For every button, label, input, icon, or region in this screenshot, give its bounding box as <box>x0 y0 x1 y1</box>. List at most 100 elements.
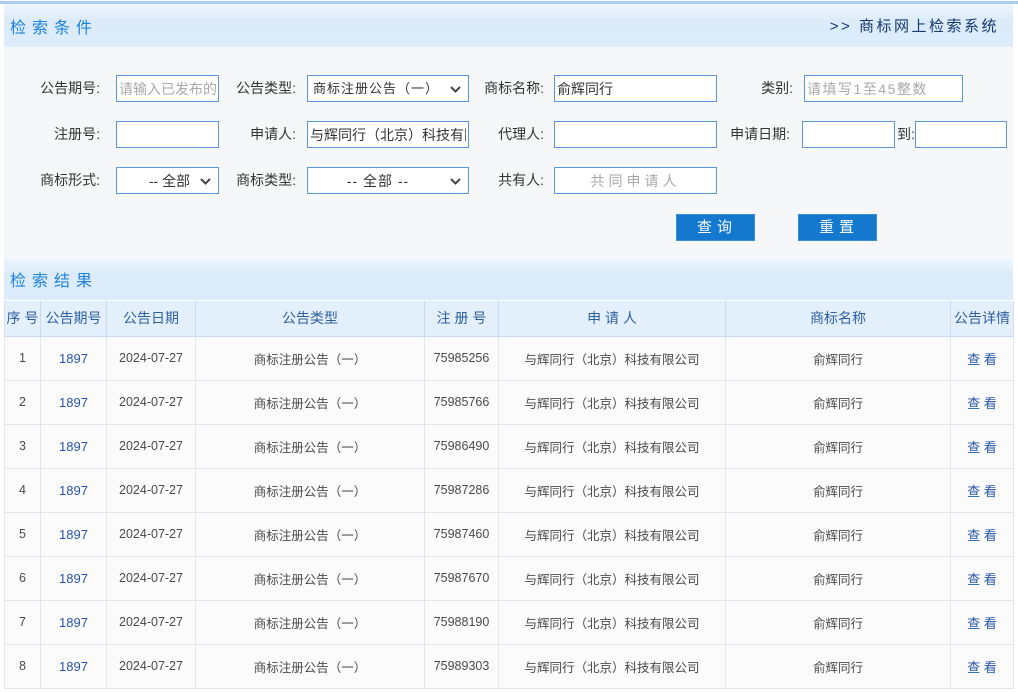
cell-no: 5 <box>5 512 41 556</box>
cell-reg: 75987670 <box>425 556 499 600</box>
search-form: 公告期号: 公告类型: 商标注册公告（一） 商标名称: 类别: 注册号: 申请人… <box>4 47 1013 258</box>
cell-name: 俞辉同行 <box>726 556 951 600</box>
results-col-header: 申 请 人 <box>499 301 726 336</box>
cell-issue: 1897 <box>41 424 107 468</box>
cell-type: 商标注册公告（一） <box>196 512 425 556</box>
results-col-header: 序 号 <box>5 301 41 336</box>
cell-detail: 查 看 <box>951 644 1014 688</box>
search-button[interactable]: 查询 <box>676 214 755 241</box>
cell-reg: 75986490 <box>425 424 499 468</box>
cell-applicant: 与辉同行（北京）科技有限公司 <box>499 600 726 644</box>
view-detail-link[interactable]: 查 看 <box>967 440 997 455</box>
cell-detail: 查 看 <box>951 336 1014 380</box>
table-row: 418972024-07-27商标注册公告（一）75987286与辉同行（北京）… <box>5 468 1014 512</box>
results-header-row: 序 号公告期号公告日期公告类型注 册 号申 请 人商标名称公告详情 <box>5 301 1014 336</box>
cell-reg: 75987460 <box>425 512 499 556</box>
applicant-label: 申请人: <box>176 121 296 148</box>
cell-no: 8 <box>5 644 41 688</box>
cell-date: 2024-07-27 <box>107 336 196 380</box>
system-home-link[interactable]: >> 商标网上检索系统 <box>830 15 1013 36</box>
issue-no-link[interactable]: 1897 <box>59 439 88 454</box>
view-detail-link[interactable]: 查 看 <box>967 484 997 499</box>
issue-no-link[interactable]: 1897 <box>59 659 88 674</box>
app-date-to-input[interactable] <box>915 121 1007 148</box>
cell-reg: 75985766 <box>425 380 499 424</box>
cell-date: 2024-07-27 <box>107 644 196 688</box>
co-owner-input[interactable] <box>554 167 717 194</box>
cell-name: 俞辉同行 <box>726 380 951 424</box>
view-detail-link[interactable]: 查 看 <box>967 660 997 675</box>
cell-no: 2 <box>5 380 41 424</box>
cell-date: 2024-07-27 <box>107 380 196 424</box>
view-detail-link[interactable]: 查 看 <box>967 616 997 631</box>
app-date-from-input[interactable] <box>802 121 895 148</box>
cell-issue: 1897 <box>41 600 107 644</box>
table-row: 618972024-07-27商标注册公告（一）75987670与辉同行（北京）… <box>5 556 1014 600</box>
results-col-header: 商标名称 <box>726 301 951 336</box>
cell-detail: 查 看 <box>951 468 1014 512</box>
cell-detail: 查 看 <box>951 556 1014 600</box>
tm-type-label: 商标类型: <box>176 167 296 194</box>
cell-name: 俞辉同行 <box>726 512 951 556</box>
cell-name: 俞辉同行 <box>726 644 951 688</box>
co-owner-label: 共有人: <box>424 167 544 194</box>
results-col-header: 公告期号 <box>41 301 107 336</box>
cell-applicant: 与辉同行（北京）科技有限公司 <box>499 424 726 468</box>
view-detail-link[interactable]: 查 看 <box>967 572 997 587</box>
cell-type: 商标注册公告（一） <box>196 644 425 688</box>
cell-date: 2024-07-27 <box>107 600 196 644</box>
cell-issue: 1897 <box>41 512 107 556</box>
cell-applicant: 与辉同行（北京）科技有限公司 <box>499 468 726 512</box>
reg-no-label: 注册号: <box>4 121 100 148</box>
page-container: 检索条件 >> 商标网上检索系统 公告期号: 公告类型: 商标注册公告（一） 商… <box>4 4 1013 689</box>
search-conditions-header: 检索条件 >> 商标网上检索系统 <box>4 4 1013 47</box>
view-detail-link[interactable]: 查 看 <box>967 352 997 367</box>
tm-form-label: 商标形式: <box>4 167 100 194</box>
date-to-label: 到: <box>897 121 913 148</box>
tm-name-label: 商标名称: <box>424 75 544 102</box>
table-row: 718972024-07-27商标注册公告（一）75988190与辉同行（北京）… <box>5 600 1014 644</box>
cell-type: 商标注册公告（一） <box>196 380 425 424</box>
view-detail-link[interactable]: 查 看 <box>967 396 997 411</box>
cell-type: 商标注册公告（一） <box>196 336 425 380</box>
issue-no-link[interactable]: 1897 <box>59 395 88 410</box>
issue-no-link[interactable]: 1897 <box>59 571 88 586</box>
cell-reg: 75989303 <box>425 644 499 688</box>
cell-detail: 查 看 <box>951 424 1014 468</box>
cell-detail: 查 看 <box>951 600 1014 644</box>
cell-name: 俞辉同行 <box>726 600 951 644</box>
issue-no-link[interactable]: 1897 <box>59 351 88 366</box>
cell-reg: 75988190 <box>425 600 499 644</box>
cell-type: 商标注册公告（一） <box>196 556 425 600</box>
issue-no-link[interactable]: 1897 <box>59 615 88 630</box>
results-body: 118972024-07-27商标注册公告（一）75985256与辉同行（北京）… <box>5 336 1014 688</box>
view-detail-link[interactable]: 查 看 <box>967 528 997 543</box>
results-col-header: 公告详情 <box>951 301 1014 336</box>
cell-issue: 1897 <box>41 380 107 424</box>
cell-no: 7 <box>5 600 41 644</box>
search-results-title: 检索结果 <box>4 267 98 291</box>
app-date-label: 申请日期: <box>670 121 790 148</box>
cell-name: 俞辉同行 <box>726 468 951 512</box>
cell-no: 3 <box>5 424 41 468</box>
category-label: 类别: <box>673 75 793 102</box>
cell-issue: 1897 <box>41 468 107 512</box>
results-col-header: 公告类型 <box>196 301 425 336</box>
category-input[interactable] <box>804 75 963 102</box>
cell-date: 2024-07-27 <box>107 556 196 600</box>
issue-no-link[interactable]: 1897 <box>59 527 88 542</box>
table-row: 5 1897 2024-07-27商标注册公告（一）75987460与辉同行（北京）… <box>5 512 1014 556</box>
cell-date: 2024-07-27 <box>107 512 196 556</box>
reset-button[interactable]: 重置 <box>798 214 877 241</box>
issue-no-link[interactable]: 1897 <box>59 483 88 498</box>
cell-applicant: 与辉同行（北京）科技有限公司 <box>499 512 726 556</box>
search-conditions-title: 检索条件 <box>4 14 98 38</box>
cell-applicant: 与辉同行（北京）科技有限公司 <box>499 556 726 600</box>
table-row: 118972024-07-27商标注册公告（一）75985256与辉同行（北京）… <box>5 336 1014 380</box>
cell-type: 商标注册公告（一） <box>196 468 425 512</box>
table-row: 218972024-07-27商标注册公告（一）75985766与辉同行（北京）… <box>5 380 1014 424</box>
results-table: 序 号公告期号公告日期公告类型注 册 号申 请 人商标名称公告详情 118972… <box>4 301 1014 689</box>
agent-label: 代理人: <box>424 121 544 148</box>
cell-issue: 1897 <box>41 336 107 380</box>
cell-detail: 查 看 <box>951 512 1014 556</box>
